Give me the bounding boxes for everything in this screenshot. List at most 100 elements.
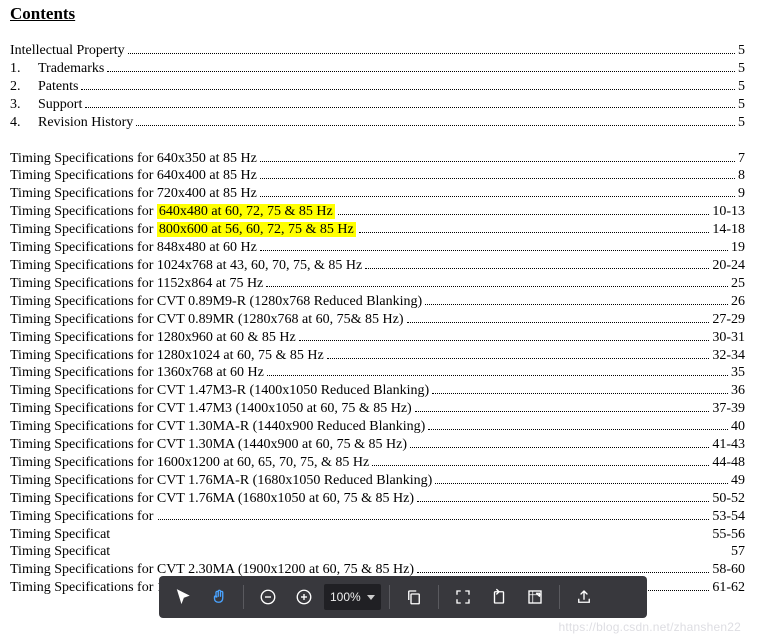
toc-leader — [266, 276, 728, 287]
toc-label: Timing Specifications for CVT 1.47M3 (14… — [10, 400, 412, 418]
share-button[interactable] — [568, 581, 600, 613]
toc-label: Timing Specifications for CVT 0.89MR (12… — [10, 311, 404, 329]
toc-label: Timing Specifications for CVT 1.47M3-R (… — [10, 382, 429, 400]
pointer-tool-button[interactable] — [167, 581, 199, 613]
toc-row: Timing Specifications for CVT 1.30MA (14… — [10, 436, 745, 454]
toc-label: Timing Specifications for 1280x960 at 60… — [10, 329, 296, 347]
toc-leader — [267, 365, 728, 376]
toc-page: 37-39 — [712, 400, 745, 418]
toc-leader — [338, 204, 710, 215]
rotate-button[interactable] — [483, 581, 515, 613]
toc-row: 2.Patents5 — [10, 78, 745, 96]
toc-number: 1. — [10, 60, 38, 78]
toc-label: Timing Specifications for CVT 1.30MA (14… — [10, 436, 407, 454]
toc-row: Timing Specifications for CVT 1.30MA-R (… — [10, 418, 745, 436]
toc-label: Timing Specifications for 848x480 at 60 … — [10, 239, 257, 257]
toc-page: 7 — [738, 150, 745, 168]
toc-row: Timing Specifications for CVT 1.47M3 (14… — [10, 400, 745, 418]
toc-page: 58-60 — [712, 561, 745, 579]
toc-label-prefix: Timing Specifications for — [10, 204, 157, 219]
toc-row: Timing Specificat 55-56 — [10, 526, 745, 544]
toc-leader — [299, 329, 710, 340]
toc-page: 5 — [738, 78, 745, 96]
toc-leader — [428, 419, 728, 430]
toc-leader — [435, 473, 728, 484]
toc-leader — [136, 114, 735, 125]
toc-leader — [327, 347, 710, 358]
toc-row: Timing Specifications for 640x350 at 85 … — [10, 150, 745, 168]
toc-label: Patents — [38, 78, 78, 96]
toc-row: Timing Specifications for 1280x960 at 60… — [10, 329, 745, 347]
toc-row: Timing Specifications for 800x600 at 56,… — [10, 221, 745, 239]
toc-page: 25 — [731, 275, 745, 293]
toc-number: 3. — [10, 96, 38, 114]
toc-leader — [415, 401, 710, 412]
toc-page: 55-56 — [712, 526, 745, 544]
toc-leader — [260, 168, 735, 179]
chevron-down-icon — [367, 595, 375, 600]
toc-leader — [417, 562, 709, 573]
toc-leader — [81, 79, 735, 90]
toc-label-prefix: Timing Specifications for — [10, 222, 157, 237]
toc-row: Timing Specifications for 848x480 at 60 … — [10, 239, 745, 257]
toc-page: 9 — [738, 185, 745, 203]
toc-row: Timing Specifications for 1280x1024 at 6… — [10, 347, 745, 365]
toc-label: Trademarks — [38, 60, 104, 78]
toc-row: Timing Specifications for 720x400 at 85 … — [10, 185, 745, 203]
toolbar-separator — [559, 585, 560, 609]
toc-page: 36 — [731, 382, 745, 400]
toc-leader — [260, 186, 735, 197]
toc-label: Timing Specifications for CVT 0.89M9-R (… — [10, 293, 422, 311]
hand-tool-button[interactable] — [203, 581, 235, 613]
zoom-value: 100% — [330, 590, 361, 604]
toc-page: 49 — [731, 472, 745, 490]
toc-number: 4. — [10, 114, 38, 132]
fullscreen-button[interactable] — [519, 581, 551, 613]
toc-label: Revision History — [38, 114, 133, 132]
toc-page: 8 — [738, 167, 745, 185]
toc-row: 3.Support 5 — [10, 96, 745, 114]
toc-label: Timing Specifications for CVT 1.76MA-R (… — [10, 472, 432, 490]
fit-page-button[interactable] — [447, 581, 479, 613]
toc-page: 35 — [731, 364, 745, 382]
zoom-in-button[interactable] — [288, 581, 320, 613]
toc-label: Support — [38, 96, 82, 114]
toolbar-separator — [243, 585, 244, 609]
toc-page: 5 — [738, 96, 745, 114]
toc-leader — [372, 455, 709, 466]
toc-page: 5 — [738, 60, 745, 78]
toc-label: Timing Specifications for 1792x1344 at 6… — [10, 508, 155, 526]
toc-row: Timing Specifications for 1152x864 at 75… — [10, 275, 745, 293]
toc-label: Timing Specificat — [10, 526, 155, 544]
toc-page: 44-48 — [712, 454, 745, 472]
toc-row: Timing Specifications for CVT 0.89MR (12… — [10, 311, 745, 329]
toc-row: Intellectual Property5 — [10, 42, 745, 60]
zoom-out-button[interactable] — [252, 581, 284, 613]
toc-row: Timing Specifications for CVT 1.76MA-R (… — [10, 472, 745, 490]
toc-leader — [158, 508, 709, 519]
toc-row: Timing Specifications for 1024x768 at 43… — [10, 257, 745, 275]
toc-leader — [85, 97, 735, 108]
toc-label: Timing Specifications for 1280x1024 at 6… — [10, 347, 324, 365]
toc-page: 27-29 — [712, 311, 745, 329]
copy-button[interactable] — [398, 581, 430, 613]
toc-row: Timing Specificat57 — [10, 543, 745, 561]
toc-row: 1.Trademarks 5 — [10, 60, 745, 78]
toc-page: 5 — [738, 114, 745, 132]
toc-label: Timing Specifications for 1024x768 at 43… — [10, 257, 362, 275]
toc-page: 30-31 — [712, 329, 745, 347]
toc-page: 40 — [731, 418, 745, 436]
toc-page: 53-54 — [712, 508, 745, 526]
toc-label: Timing Specifications for 1600x1200 at 6… — [10, 454, 369, 472]
toc-leader — [260, 150, 735, 161]
toc-page: 57 — [731, 543, 745, 561]
watermark-text: https://blog.csdn.net/zhanshen22 — [558, 620, 741, 634]
toc-row: 4.Revision History 5 — [10, 114, 745, 132]
toc-label-highlight: 800x600 at 56, 60, 72, 75 & 85 Hz — [157, 222, 356, 237]
toc-label: Timing Specifications for 720x400 at 85 … — [10, 185, 257, 203]
zoom-select[interactable]: 100% — [324, 584, 381, 610]
toc-label: Timing Specifications for CVT 1.76MA (16… — [10, 490, 414, 508]
toc-leader — [365, 258, 709, 269]
toolbar-separator — [438, 585, 439, 609]
toc-page: 10-13 — [712, 203, 745, 221]
